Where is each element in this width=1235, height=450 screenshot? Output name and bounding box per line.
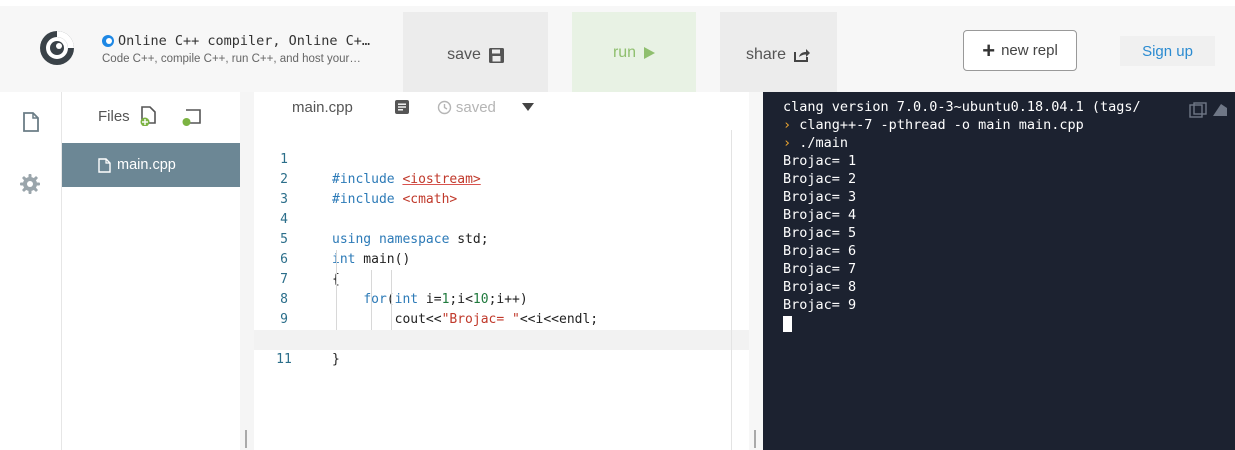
new-repl-button[interactable]: + new repl	[963, 30, 1077, 71]
files-panel-resizer[interactable]	[240, 92, 254, 450]
console-tools	[1189, 102, 1229, 118]
code-line: 5 int main()	[254, 210, 749, 267]
files-header-label: Files	[98, 107, 130, 125]
save-label: save	[447, 46, 481, 63]
code-line: 10 }	[254, 310, 749, 367]
console-output-line: Brojac= 3	[783, 189, 857, 205]
save-button[interactable]: save	[403, 12, 548, 98]
indent-guide	[371, 270, 372, 330]
code-line: 6 {	[254, 230, 749, 287]
code-line: 2 #include <cmath>	[254, 150, 749, 207]
run-button[interactable]: run	[572, 12, 696, 98]
code-editor[interactable]: main.cpp saved 1 #include <iostream> 2 #…	[254, 92, 749, 450]
code-area[interactable]: 1 #include <iostream> 2 #include <cmath>…	[254, 130, 749, 450]
code-line: 1 #include <iostream>	[254, 130, 749, 187]
play-icon	[644, 47, 656, 59]
file-icon	[98, 157, 111, 173]
repl-logo-icon[interactable]	[38, 29, 76, 67]
app-title-text: Online C++ compiler, Online C+…	[118, 33, 370, 49]
editor-resizer[interactable]	[749, 92, 763, 450]
saved-status-text: saved	[455, 98, 496, 116]
code-line: 3	[254, 170, 749, 207]
left-rail	[0, 92, 62, 450]
run-label: run	[612, 44, 637, 61]
share-button[interactable]: share	[720, 12, 837, 98]
console-run-line: › ./main	[783, 134, 1235, 152]
file-item-label: main.cpp	[117, 157, 176, 173]
new-repl-label: new repl	[1001, 42, 1058, 59]
add-folder-icon[interactable]	[182, 106, 202, 126]
prompt-arrow-icon: ›	[783, 135, 792, 151]
editor-tab-bar: main.cpp saved	[254, 92, 749, 122]
console-output-line: Brojac= 4	[783, 207, 857, 223]
console-output[interactable]: clang version 7.0.0-3~ubuntu0.18.04.1 (t…	[763, 92, 1235, 450]
console-output-line: Brojac= 6	[783, 243, 857, 259]
saved-status: saved	[437, 99, 496, 116]
gear-icon[interactable]	[20, 174, 40, 194]
format-code-icon[interactable]	[394, 100, 409, 114]
prompt-arrow-icon: ›	[783, 117, 792, 133]
console-output-line: Brojac= 2	[783, 171, 857, 187]
files-rail-icon[interactable]	[23, 112, 39, 132]
compile-command: clang++-7 -pthread -o main main.cpp	[799, 117, 1084, 133]
console-compile-line: › clang++-7 -pthread -o main main.cpp	[783, 116, 1235, 134]
title-block: Online C++ compiler, Online C+… Code C++…	[102, 33, 402, 65]
console-version-line: clang version 7.0.0-3~ubuntu0.18.04.1 (t…	[783, 99, 1141, 115]
code-line-active: 11	[254, 330, 749, 367]
console-copy-icon[interactable]	[1189, 102, 1207, 118]
share-label: share	[745, 46, 787, 63]
caret-down-icon[interactable]	[521, 103, 534, 111]
plus-icon: +	[982, 37, 996, 63]
files-header: Files	[98, 106, 202, 126]
code-line: 4 using namespace std;	[254, 190, 749, 247]
run-command: ./main	[799, 135, 849, 151]
code-line: 9 return 0;	[254, 290, 749, 347]
app-title: Online C++ compiler, Online C+…	[102, 33, 402, 49]
floppy-disk-icon	[488, 47, 504, 63]
code-line: 8 cout<<"Brojac= "<<i<<endl;	[254, 270, 749, 327]
line-code: }	[332, 352, 340, 367]
line-number: 11	[276, 352, 292, 367]
indent-guide	[336, 250, 337, 330]
header-bar: Online C++ compiler, Online C+… Code C++…	[0, 0, 1235, 98]
console-cursor	[783, 316, 792, 332]
console-output-line: Brojac= 1	[783, 153, 857, 169]
files-panel: Files main.cpp	[62, 92, 240, 450]
add-file-icon[interactable]	[140, 106, 158, 126]
share-icon	[794, 49, 811, 62]
editor-ruler	[731, 130, 732, 450]
repl-app: Online C++ compiler, Online C+… Code C++…	[0, 0, 1235, 450]
cpp-language-icon	[102, 35, 114, 47]
code-line: 7 for(int i=1;i<10;i++)	[254, 250, 749, 307]
console-output-line: Brojac= 8	[783, 279, 857, 295]
sign-up-link[interactable]: Sign up	[1120, 36, 1215, 66]
indent-guide	[391, 270, 392, 330]
tab-main-cpp[interactable]: main.cpp	[292, 99, 353, 116]
history-icon	[437, 100, 452, 114]
file-item-main-cpp[interactable]: main.cpp	[62, 143, 240, 187]
console-output-line: Brojac= 9	[783, 297, 857, 313]
console-output-line: Brojac= 7	[783, 261, 857, 277]
console-output-line: Brojac= 5	[783, 225, 857, 241]
console-clear-icon[interactable]	[1211, 102, 1229, 118]
app-subtitle: Code C++, compile C++, run C++, and host…	[102, 53, 361, 65]
console-input-line	[783, 314, 1235, 332]
